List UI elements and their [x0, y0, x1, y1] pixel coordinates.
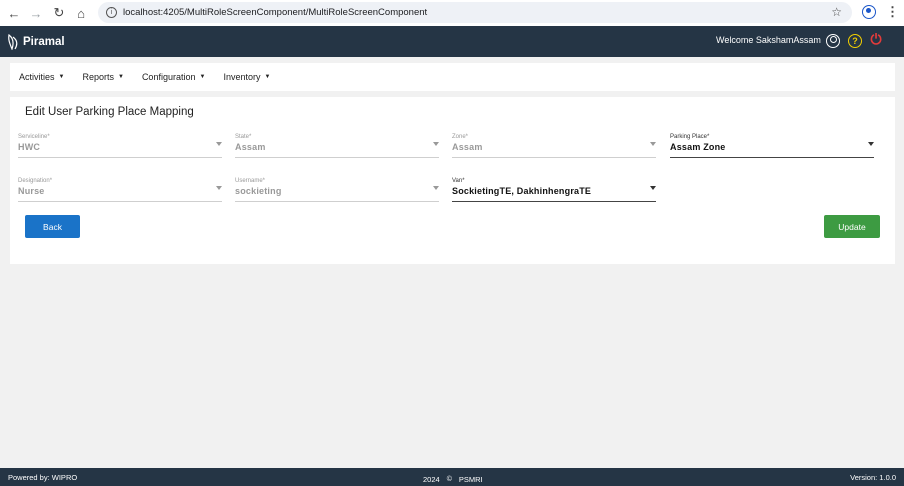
back-arrow-icon[interactable]: ←	[3, 2, 25, 24]
powered-by-text: Powered by: WIPRO	[8, 473, 78, 482]
username-value: sockieting	[235, 186, 282, 196]
back-button[interactable]: Back	[25, 215, 80, 238]
dropdown-arrow-icon	[433, 142, 439, 146]
zone-label: Zone*	[452, 134, 469, 140]
footer-copyright: 2024 © PSMRI	[423, 475, 483, 484]
caret-down-icon: ▼	[199, 74, 206, 80]
browser-toolbar: ← → ↻ ⌂ i localhost:4205/MultiRoleScreen…	[0, 0, 904, 26]
copyright-icon: ©	[446, 476, 452, 483]
user-profile-icon[interactable]	[826, 34, 840, 48]
parking-place-label: Parking Place*	[670, 134, 710, 140]
forward-arrow-icon[interactable]: →	[25, 2, 47, 24]
brand-logo[interactable]: Piramal	[7, 33, 65, 50]
state-select[interactable]: State* Assam	[235, 134, 439, 158]
piramal-leaf-icon	[8, 33, 18, 50]
site-info-icon[interactable]: i	[106, 7, 117, 18]
menu-configuration[interactable]: Configuration ▼	[142, 72, 206, 82]
dropdown-arrow-icon	[868, 142, 874, 146]
serviceline-select[interactable]: Serviceline* HWC	[18, 134, 222, 158]
designation-select[interactable]: Designation* Nurse	[18, 178, 222, 202]
menu-inventory-label: Inventory	[223, 72, 261, 82]
zone-select[interactable]: Zone* Assam	[452, 134, 656, 158]
logout-power-icon[interactable]: ⏻	[869, 31, 883, 47]
van-value: SockietingTE, DakhinhengraTE	[452, 186, 592, 196]
state-label: State*	[235, 134, 252, 140]
username-label: Username*	[235, 178, 266, 184]
menu-configuration-label: Configuration	[141, 72, 196, 82]
serviceline-label: Serviceline*	[18, 134, 50, 140]
bookmark-star-icon[interactable]: ☆	[831, 5, 842, 19]
edit-mapping-card: Edit User Parking Place Mapping Servicel…	[10, 97, 895, 264]
designation-value: Nurse	[18, 186, 45, 196]
serviceline-value: HWC	[18, 142, 41, 152]
menu-activities-label: Activities	[19, 72, 55, 82]
state-value: Assam	[235, 142, 266, 152]
footer-org: PSMRI	[458, 475, 483, 484]
dropdown-arrow-icon	[650, 142, 656, 146]
caret-down-icon: ▼	[58, 74, 65, 80]
parking-place-select[interactable]: Parking Place* Assam Zone	[670, 134, 874, 158]
caret-down-icon: ▼	[264, 74, 271, 80]
zone-value: Assam	[452, 142, 483, 152]
brand-name: Piramal	[23, 35, 65, 48]
app-footer: Powered by: WIPRO 2024 © PSMRI Version: …	[0, 468, 904, 486]
update-button[interactable]: Update	[824, 215, 880, 238]
welcome-text: Welcome SakshamAssam	[716, 35, 821, 45]
browser-menu-icon[interactable]: ⋮	[886, 4, 899, 20]
version-text: Version: 1.0.0	[850, 473, 896, 482]
designation-label: Designation*	[18, 178, 53, 184]
dropdown-arrow-icon	[216, 142, 222, 146]
dropdown-arrow-icon	[650, 186, 656, 190]
dropdown-arrow-icon	[216, 186, 222, 190]
username-select[interactable]: Username* sockieting	[235, 178, 439, 202]
app-header: Piramal Welcome SakshamAssam ? ⏻	[0, 26, 904, 57]
caret-down-icon: ▼	[117, 74, 124, 80]
help-icon[interactable]: ?	[848, 34, 862, 48]
main-menu: Activities ▼ Reports ▼ Configuration ▼ Inve…	[10, 63, 895, 91]
address-bar[interactable]: i localhost:4205/MultiRoleScreenComponen…	[98, 2, 852, 23]
menu-inventory[interactable]: Inventory ▼	[223, 72, 270, 82]
van-label: Van*	[452, 178, 465, 184]
menu-reports-label: Reports	[82, 72, 114, 82]
browser-profile-icon[interactable]	[862, 5, 876, 19]
url-text: localhost:4205/MultiRoleScreenComponent/…	[123, 7, 428, 18]
page-title: Edit User Parking Place Mapping	[25, 106, 194, 118]
van-select[interactable]: Van* SockietingTE, DakhinhengraTE	[452, 178, 656, 202]
menu-reports[interactable]: Reports ▼	[82, 72, 123, 82]
menu-activities[interactable]: Activities ▼	[19, 72, 64, 82]
parking-place-value: Assam Zone	[670, 142, 726, 152]
footer-year: 2024	[423, 475, 440, 484]
home-icon[interactable]: ⌂	[70, 2, 92, 24]
reload-icon[interactable]: ↻	[48, 2, 70, 24]
dropdown-arrow-icon	[433, 186, 439, 190]
